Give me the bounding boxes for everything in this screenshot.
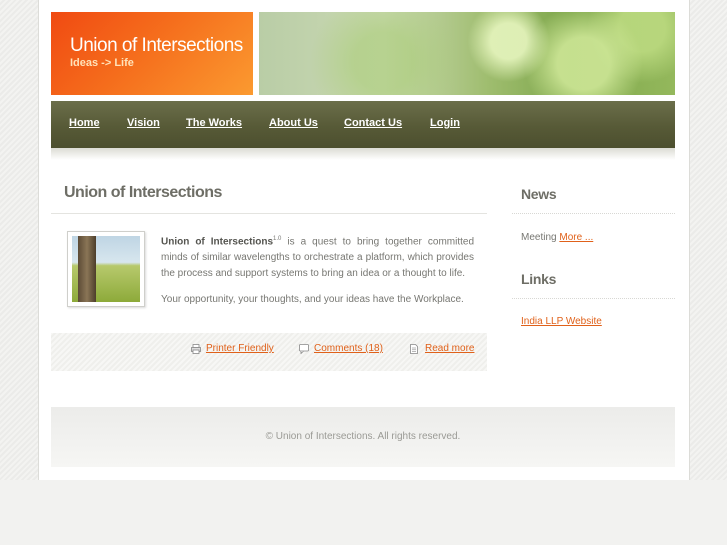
nav-item-vision[interactable]: Vision	[127, 117, 160, 129]
nav-item-about-us[interactable]: About Us	[269, 117, 318, 129]
sidebar-news-item: Meeting More ...	[521, 232, 593, 243]
sidebar-news-divider	[512, 213, 675, 215]
comment-icon	[299, 344, 309, 354]
intro-paragraph: Union of Intersections1.0 is a quest to …	[161, 231, 474, 282]
site-title[interactable]: Union of Intersections	[70, 35, 243, 57]
content-divider	[51, 213, 487, 214]
printer-friendly-link[interactable]: Printer Friendly	[206, 343, 274, 354]
printer-icon	[191, 344, 201, 354]
copyright-text: © Union of Intersections. All rights res…	[265, 431, 461, 442]
india-llp-link[interactable]: India LLP Website	[521, 316, 602, 327]
second-paragraph: Your opportunity, your thoughts, and you…	[161, 294, 464, 305]
document-icon	[410, 344, 418, 354]
nav-item-login[interactable]: Login	[430, 117, 460, 129]
intro-bold: Union of Intersections	[161, 236, 274, 248]
header-logo-block: Union of Intersections Ideas -> Life	[51, 12, 253, 95]
main-navigation: Home Vision The Works About Us Contact U…	[51, 101, 675, 148]
nav-item-contact-us[interactable]: Contact Us	[344, 117, 402, 129]
news-more-link[interactable]: More ...	[559, 232, 593, 243]
site-slogan: Ideas -> Life	[70, 57, 134, 69]
sidebar-links-divider	[512, 298, 675, 300]
nav-shadow	[51, 148, 675, 160]
comments-link[interactable]: Comments (18)	[314, 343, 383, 354]
tree-landscape-image	[72, 236, 140, 302]
header-banner-image	[259, 12, 675, 95]
read-more-link[interactable]: Read more	[425, 343, 474, 354]
nav-item-home[interactable]: Home	[69, 117, 100, 129]
sidebar-links-item: India LLP Website	[521, 316, 602, 327]
sidebar-news-title: News	[521, 186, 557, 202]
page-footer: © Union of Intersections. All rights res…	[51, 407, 675, 467]
sidebar-links-title: Links	[521, 271, 557, 287]
nav-item-the-works[interactable]: The Works	[186, 117, 242, 129]
article-footer: Printer Friendly Comments (18) Read more	[51, 333, 487, 371]
tree-trunk	[78, 236, 96, 302]
article-thumbnail	[67, 231, 145, 307]
content-title[interactable]: Union of Intersections	[64, 184, 222, 202]
news-text: Meeting	[521, 232, 560, 243]
